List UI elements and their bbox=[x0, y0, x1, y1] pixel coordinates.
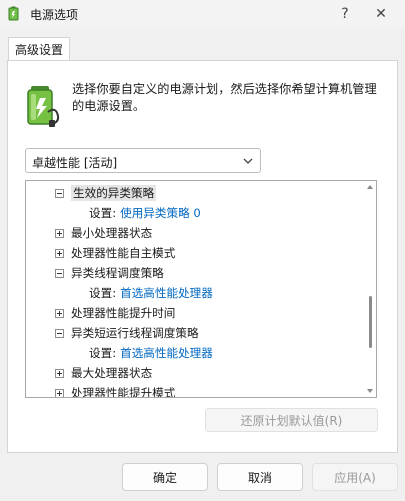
setting-label: 设置: bbox=[89, 346, 117, 360]
window-title: 电源选项 bbox=[30, 8, 79, 22]
tree-item-label: 异类线程调度策略 bbox=[71, 266, 164, 280]
apply-button[interactable]: 应用(A) bbox=[312, 463, 398, 491]
scroll-up-icon[interactable] bbox=[367, 185, 373, 189]
collapse-icon[interactable] bbox=[55, 328, 64, 338]
description-text: 选择你要自定义的电源计划，然后选择你希望计算机管理的电源设置。 bbox=[72, 82, 377, 113]
tree-item-label: 处理器性能提升模式 bbox=[71, 386, 176, 398]
settings-tree[interactable]: 生效的异类策略 设置: 使用异类策略 0 最小处理器状态 处理器性能自主模式 异… bbox=[25, 180, 377, 398]
tree-item-label: 异类短运行线程调度策略 bbox=[71, 326, 199, 340]
expand-icon[interactable] bbox=[55, 248, 64, 258]
tree-item-label: 处理器性能自主模式 bbox=[71, 246, 176, 260]
tree-setting-row[interactable]: 设置: 首选高性能处理器 bbox=[89, 344, 213, 362]
tab-advanced-settings[interactable]: 高级设置 bbox=[8, 37, 70, 61]
expand-icon[interactable] bbox=[55, 388, 64, 397]
tree-item[interactable]: 最小处理器状态 bbox=[55, 224, 152, 242]
tree-item[interactable]: 最大处理器状态 bbox=[55, 364, 152, 382]
power-options-icon bbox=[8, 6, 19, 21]
tree-item[interactable]: 生效的异类策略 bbox=[55, 184, 157, 202]
collapse-icon[interactable] bbox=[55, 188, 64, 198]
power-plan-dropdown[interactable]: 卓越性能 [活动] bbox=[25, 148, 261, 173]
setting-value-link[interactable]: 使用异类策略 0 bbox=[120, 205, 201, 221]
tree-item-label: 生效的异类策略 bbox=[71, 185, 157, 201]
setting-value-link[interactable]: 首选高性能处理器 bbox=[120, 345, 213, 361]
ok-button[interactable]: 确定 bbox=[122, 463, 208, 491]
cancel-button[interactable]: 取消 bbox=[217, 463, 303, 491]
tree-item[interactable]: 处理器性能提升时间 bbox=[55, 304, 175, 322]
tree-item-label: 最小处理器状态 bbox=[71, 226, 153, 240]
tree-setting-row[interactable]: 设置: 首选高性能处理器 bbox=[89, 284, 213, 302]
chevron-down-icon bbox=[243, 158, 253, 164]
vertical-scrollbar[interactable] bbox=[365, 182, 376, 396]
scrollbar-thumb[interactable] bbox=[369, 296, 372, 348]
setting-label: 设置: bbox=[89, 286, 117, 300]
tree-item[interactable]: 异类线程调度策略 bbox=[55, 264, 164, 282]
close-button[interactable]: ✕ bbox=[361, 0, 401, 27]
setting-label: 设置: bbox=[89, 206, 117, 220]
expand-icon[interactable] bbox=[55, 228, 64, 238]
help-button[interactable]: ? bbox=[325, 0, 365, 27]
tree-setting-row[interactable]: 设置: 使用异类策略 0 bbox=[89, 204, 201, 222]
tree-item[interactable]: 处理器性能自主模式 bbox=[55, 244, 175, 262]
scroll-down-icon[interactable] bbox=[367, 389, 373, 393]
battery-icon bbox=[27, 86, 60, 127]
restore-defaults-button[interactable]: 还原计划默认值(R) bbox=[205, 408, 378, 432]
tree-item-label: 处理器性能提升时间 bbox=[71, 306, 176, 320]
expand-icon[interactable] bbox=[55, 308, 64, 318]
expand-icon[interactable] bbox=[55, 368, 64, 378]
tree-item[interactable]: 处理器性能提升模式 bbox=[55, 384, 176, 398]
tree-item-label: 最大处理器状态 bbox=[71, 366, 153, 380]
setting-value-link[interactable]: 首选高性能处理器 bbox=[120, 285, 213, 301]
power-plan-selected-value: 卓越性能 [活动] bbox=[32, 156, 118, 170]
title-bar: 电源选项 ? ✕ bbox=[0, 0, 405, 27]
collapse-icon[interactable] bbox=[55, 268, 64, 278]
tree-item[interactable]: 异类短运行线程调度策略 bbox=[55, 324, 199, 342]
